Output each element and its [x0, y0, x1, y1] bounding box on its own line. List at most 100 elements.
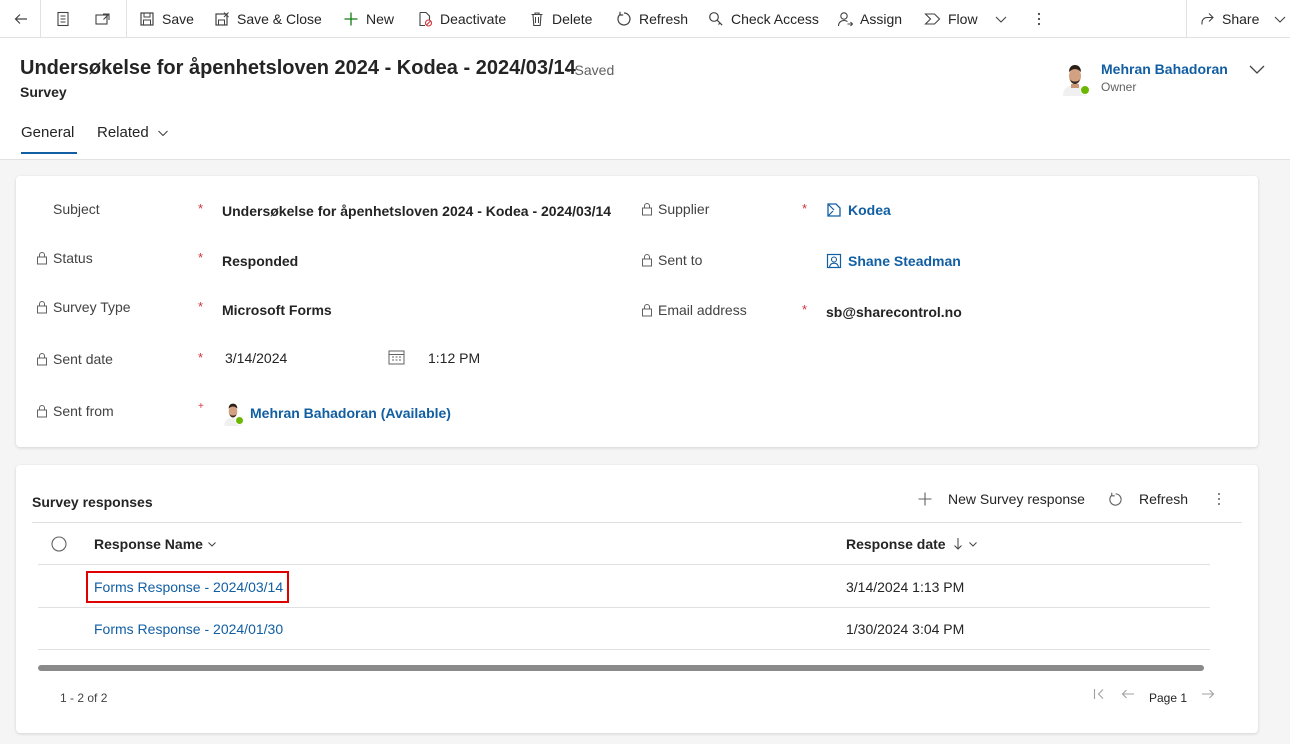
next-page-button[interactable]: [1200, 687, 1216, 701]
lock-icon: [37, 353, 47, 366]
sent-time-field[interactable]: 1:12 PM: [428, 350, 480, 366]
page-title: Undersøkelse for åpenhetsloven 2024 - Ko…: [20, 57, 576, 79]
save-button[interactable]: Save: [138, 0, 194, 38]
circle-checkbox-icon: [51, 536, 67, 552]
open-new-window-button[interactable]: [94, 0, 112, 38]
chevron-down-icon: [992, 10, 1010, 28]
subgrid-more-button[interactable]: [1212, 491, 1226, 507]
supplier-value: Kodea: [848, 202, 891, 218]
first-page-icon: [1093, 689, 1104, 699]
sent-to-lookup[interactable]: Shane Steadman: [826, 253, 961, 269]
chevron-down-icon: [1249, 65, 1265, 74]
more-commands-button[interactable]: [1030, 0, 1048, 38]
owner-avatar[interactable]: [1060, 60, 1090, 96]
subject-field[interactable]: Undersøkelse for åpenhetsloven 2024 - Ko…: [222, 203, 611, 219]
status-field[interactable]: Responded: [222, 253, 298, 269]
plus-icon: [918, 492, 932, 506]
response-date-cell: 3/14/2024 1:13 PM: [846, 579, 965, 595]
required-indicator: *: [198, 350, 204, 365]
presence-available-icon: [235, 416, 244, 425]
sent-date-field[interactable]: 3/14/2024: [225, 350, 287, 366]
save-and-close-button[interactable]: Save & Close: [213, 0, 322, 38]
open-in-new-window-icon: [94, 10, 112, 28]
survey-type-field[interactable]: Microsoft Forms: [222, 302, 332, 318]
divider: [38, 649, 1210, 650]
owner-label: Owner: [1101, 80, 1137, 94]
owner-name-link[interactable]: Mehran Bahadoran: [1101, 61, 1228, 77]
record-header: Undersøkelse for åpenhetsloven 2024 - Ko…: [0, 38, 1290, 160]
form-selector-button[interactable]: [54, 0, 72, 38]
divider: [38, 564, 1210, 565]
sent-from-lookup[interactable]: Mehran Bahadoran (Available): [222, 400, 451, 426]
required-indicator: *: [802, 201, 808, 216]
chevron-down-icon: [968, 542, 977, 547]
share-button[interactable]: Share: [1198, 0, 1289, 38]
sent-to-value: Shane Steadman: [848, 253, 961, 269]
share-icon: [1198, 10, 1216, 28]
refresh-label: Refresh: [639, 11, 689, 27]
sent-date-label: Sent date: [36, 351, 113, 367]
supplier-lookup[interactable]: Kodea: [826, 202, 891, 218]
form-icon: [54, 10, 72, 28]
lock-icon: [642, 254, 652, 267]
general-section: Subject * Undersøkelse for åpenhetsloven…: [16, 176, 1258, 447]
entity-name: Survey: [20, 84, 67, 100]
assign-label: Assign: [860, 11, 903, 27]
header-expand-button[interactable]: [1248, 62, 1266, 76]
back-button[interactable]: [12, 0, 30, 38]
previous-page-button[interactable]: [1120, 687, 1136, 701]
status-label: Status: [36, 250, 93, 266]
tab-related[interactable]: Related: [97, 124, 169, 141]
response-date-cell: 1/30/2024 3:04 PM: [846, 621, 965, 637]
sort-descending-icon: [953, 538, 962, 550]
lock-icon: [37, 405, 47, 418]
tab-related-label: Related: [97, 124, 149, 141]
arrow-left-icon: [1121, 689, 1134, 699]
new-survey-response-label: New Survey response: [948, 491, 1085, 507]
flow-icon: [924, 10, 942, 28]
trash-icon: [528, 10, 546, 28]
required-indicator: *: [198, 299, 204, 314]
arrow-left-icon: [12, 10, 30, 28]
save-close-icon: [213, 10, 231, 28]
presence-available-icon: [1080, 85, 1090, 95]
calendar-icon[interactable]: [388, 349, 405, 365]
save-status: - Saved: [566, 62, 615, 78]
save-close-label: Save & Close: [237, 11, 322, 27]
response-name-link[interactable]: Forms Response - 2024/03/14: [94, 579, 283, 595]
subgrid-refresh-label: Refresh: [1139, 491, 1189, 507]
refresh-button[interactable]: Refresh: [615, 0, 688, 38]
new-button[interactable]: New: [342, 0, 394, 38]
horizontal-scrollbar[interactable]: [38, 665, 1204, 671]
select-all-checkbox[interactable]: [51, 536, 67, 552]
more-vertical-icon: [1218, 493, 1220, 505]
assign-button[interactable]: Assign: [836, 0, 902, 38]
lock-icon: [37, 301, 47, 314]
save-icon: [138, 10, 156, 28]
deactivate-icon: [416, 10, 434, 28]
subgrid-refresh-button[interactable]: Refresh: [1108, 491, 1188, 507]
tab-general[interactable]: General: [21, 124, 74, 141]
required-indicator: *: [198, 201, 204, 216]
check-access-button[interactable]: Check Access: [707, 0, 819, 38]
flow-button[interactable]: Flow: [924, 0, 1010, 38]
deactivate-button[interactable]: Deactivate: [416, 0, 506, 38]
recommended-indicator: +: [198, 401, 204, 412]
new-label: New: [366, 11, 395, 27]
column-header-response-name[interactable]: Response Name: [94, 536, 217, 552]
email-field[interactable]: sb@sharecontrol.no: [826, 304, 962, 320]
avatar: [222, 400, 244, 426]
contact-icon: [826, 253, 842, 269]
response-name-link[interactable]: Forms Response - 2024/01/30: [94, 621, 283, 637]
survey-type-label: Survey Type: [36, 299, 131, 315]
first-page-button[interactable]: [1092, 687, 1106, 701]
required-indicator: *: [198, 250, 204, 265]
delete-button[interactable]: Delete: [528, 0, 592, 38]
supplier-label: Supplier: [641, 201, 709, 217]
lock-icon: [642, 304, 652, 317]
new-survey-response-button[interactable]: New Survey response: [918, 491, 1085, 507]
arrow-right-icon: [1202, 689, 1215, 699]
survey-responses-subgrid: Survey responses New Survey response Ref…: [16, 465, 1258, 733]
key-search-icon: [707, 10, 725, 28]
column-header-response-date[interactable]: Response date: [846, 536, 978, 552]
